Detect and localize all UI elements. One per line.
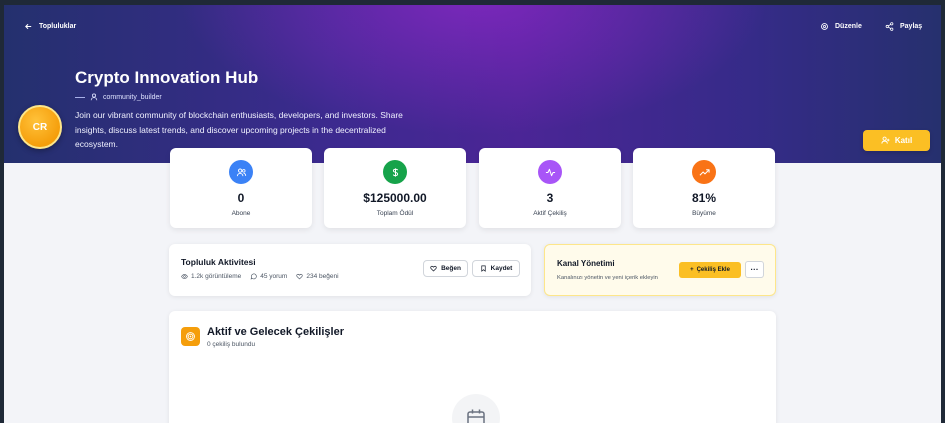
- calendar-icon: [467, 409, 485, 423]
- comment-icon: [250, 273, 257, 280]
- comments-metric: 45 yorum: [250, 273, 287, 280]
- channel-subtitle: Kanalınızı yönetin ve yeni içerik ekleyi…: [557, 275, 658, 281]
- creator-info: community_builder: [75, 93, 162, 101]
- views-text: 1.2k görüntüleme: [191, 273, 242, 280]
- back-link-label: Topluluklar: [39, 23, 77, 30]
- like-button-label: Beğen: [441, 265, 461, 272]
- user-icon: [90, 93, 98, 101]
- stat-value: $125000.00: [363, 191, 427, 205]
- save-button[interactable]: Kaydet: [472, 260, 520, 277]
- giveaways-title: Aktif ve Gelecek Çekilişler: [207, 326, 344, 338]
- divider: [75, 96, 85, 98]
- eye-icon: [181, 274, 188, 279]
- community-hero: Topluluklar Düzenle Paylaş Crypto Innova…: [4, 5, 941, 163]
- page-title: Crypto Innovation Hub: [75, 68, 259, 87]
- edit-button[interactable]: Düzenle: [820, 22, 862, 31]
- bookmark-icon: [481, 265, 486, 272]
- users-icon: [229, 160, 253, 184]
- join-button[interactable]: Katıl: [863, 130, 930, 151]
- stat-value: 81%: [691, 191, 717, 205]
- arrow-left-icon: [25, 23, 32, 30]
- save-button-label: Kaydet: [490, 265, 513, 272]
- like-button[interactable]: Beğen: [423, 260, 468, 277]
- stat-card-active-giveaways: 3 Aktif Çekiliş: [479, 148, 621, 228]
- plus-icon: +: [690, 267, 694, 273]
- stat-label: Büyüme: [692, 210, 716, 217]
- activity-metrics: 1.2k görüntüleme 45 yorum 234 beğeni: [181, 273, 339, 280]
- stat-label: Toplam Ödül: [376, 210, 414, 217]
- dollar-icon: [383, 160, 407, 184]
- views-metric: 1.2k görüntüleme: [181, 273, 241, 280]
- likes-metric: 234 beğeni: [296, 273, 339, 280]
- stat-label: Aktif Çekiliş: [533, 210, 567, 217]
- creator-name: community_builder: [103, 93, 162, 101]
- trending-up-icon: [692, 160, 716, 184]
- stat-label: Abone: [231, 210, 251, 217]
- share-button[interactable]: Paylaş: [885, 22, 922, 31]
- activity-icon: [538, 160, 562, 184]
- heart-icon: [296, 273, 303, 280]
- back-link[interactable]: Topluluklar: [24, 22, 76, 31]
- stat-value: 3: [546, 191, 554, 205]
- stat-card-growth: 81% Büyüme: [633, 148, 775, 228]
- avatar: CR: [18, 105, 62, 149]
- target-icon: [181, 327, 200, 346]
- likes-text: 234 beğeni: [306, 273, 339, 280]
- community-description: Join our vibrant community of blockchain…: [75, 110, 403, 149]
- channel-management-card: Kanal Yönetimi Kanalınızı yönetin ve yen…: [544, 244, 776, 296]
- share-button-label: Paylaş: [900, 23, 923, 30]
- join-button-label: Katıl: [894, 136, 913, 145]
- giveaways-count: 0 çekiliş bulundu: [207, 341, 256, 348]
- stat-value: 0: [237, 191, 245, 205]
- add-giveaway-label: Çekiliş Ekle: [696, 267, 730, 273]
- edit-button-label: Düzenle: [835, 23, 862, 30]
- giveaways-section: Aktif ve Gelecek Çekilişler 0 çekiliş bu…: [169, 311, 776, 423]
- user-plus-icon: [881, 136, 890, 144]
- stat-card-subscribers: 0 Abone: [170, 148, 312, 228]
- gear-icon: [821, 23, 828, 30]
- more-options-button[interactable]: ···: [745, 261, 764, 278]
- stat-card-total-prize: $125000.00 Toplam Ödül: [324, 148, 466, 228]
- add-giveaway-button[interactable]: + Çekiliş Ekle: [679, 262, 741, 278]
- app-frame: Topluluklar Düzenle Paylaş Crypto Innova…: [4, 5, 941, 423]
- share-icon: [885, 22, 894, 31]
- comments-text: 45 yorum: [260, 273, 288, 280]
- channel-title: Kanal Yönetimi: [557, 259, 615, 268]
- activity-title: Topluluk Aktivitesi: [181, 257, 256, 267]
- heart-icon: [430, 265, 437, 272]
- empty-state: [452, 394, 500, 423]
